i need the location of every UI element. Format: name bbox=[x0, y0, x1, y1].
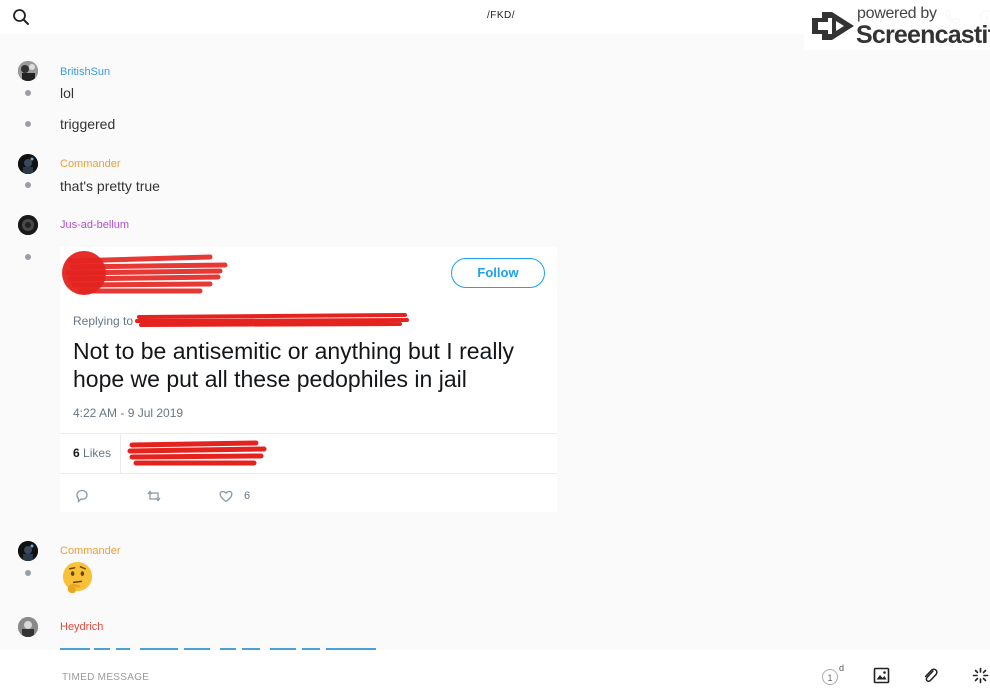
message-dot bbox=[25, 570, 31, 576]
tweet-screenshot[interactable]: Follow Replying to Not to be antisemitic… bbox=[60, 247, 557, 512]
message-feed: BritishSun lol triggered Commander that'… bbox=[0, 34, 990, 650]
follow-button[interactable]: Follow bbox=[451, 258, 545, 288]
message-dot bbox=[25, 90, 31, 96]
timer-value: 1 bbox=[822, 669, 838, 685]
username[interactable]: BritishSun bbox=[60, 66, 110, 78]
redaction-scribble bbox=[135, 313, 409, 327]
tweet-likes[interactable]: 6 Likes bbox=[73, 446, 111, 460]
avatar-image bbox=[18, 154, 38, 174]
timer-unit: d bbox=[839, 663, 845, 673]
thinking-face-emoji bbox=[62, 561, 93, 594]
tweet-timestamp: 4:22 AM - 9 Jul 2019 bbox=[73, 406, 184, 420]
avatar[interactable] bbox=[18, 154, 38, 174]
retweet-icon[interactable] bbox=[146, 488, 162, 504]
message-text: triggered bbox=[60, 116, 116, 132]
message-text: that's pretty true bbox=[60, 178, 160, 194]
likes-label: Likes bbox=[83, 446, 112, 460]
tweet-text: Not to be antisemitic or anything but I … bbox=[73, 338, 515, 392]
sparkle-icon[interactable] bbox=[972, 667, 989, 684]
username[interactable]: Commander bbox=[60, 545, 121, 557]
avatar[interactable] bbox=[18, 617, 38, 637]
reply-icon[interactable] bbox=[74, 488, 90, 504]
avatar-image bbox=[18, 215, 38, 235]
likes-count: 6 bbox=[73, 446, 80, 460]
timed-message-input[interactable] bbox=[60, 668, 664, 686]
tweet-divider bbox=[60, 433, 557, 434]
timer-icon[interactable]: 1 d bbox=[822, 663, 844, 685]
replying-to-label: Replying to bbox=[73, 314, 134, 328]
tweet-divider bbox=[60, 473, 557, 474]
likes-separator bbox=[120, 433, 121, 473]
redaction-scribble bbox=[62, 251, 228, 295]
message-composer: 1 d bbox=[0, 650, 990, 700]
avatar[interactable] bbox=[18, 215, 38, 235]
avatar-image bbox=[18, 617, 38, 637]
username[interactable]: Jus-ad-bellum bbox=[60, 219, 129, 231]
cut-off-message-text bbox=[60, 648, 376, 650]
heart-icon[interactable] bbox=[218, 488, 234, 504]
avatar[interactable] bbox=[18, 541, 38, 561]
message-dot bbox=[25, 121, 31, 127]
heart-count: 6 bbox=[244, 490, 251, 502]
avatar-image bbox=[18, 61, 38, 81]
message-dot bbox=[25, 254, 31, 260]
username[interactable]: Commander bbox=[60, 158, 121, 170]
paperclip-icon[interactable] bbox=[922, 667, 939, 684]
username[interactable]: Heydrich bbox=[60, 621, 103, 633]
message-text: lol bbox=[60, 85, 75, 101]
avatar[interactable] bbox=[18, 61, 38, 81]
redaction-scribble bbox=[127, 440, 267, 466]
message-dot bbox=[25, 182, 31, 188]
image-icon[interactable] bbox=[873, 667, 890, 684]
avatar-image bbox=[18, 541, 38, 561]
